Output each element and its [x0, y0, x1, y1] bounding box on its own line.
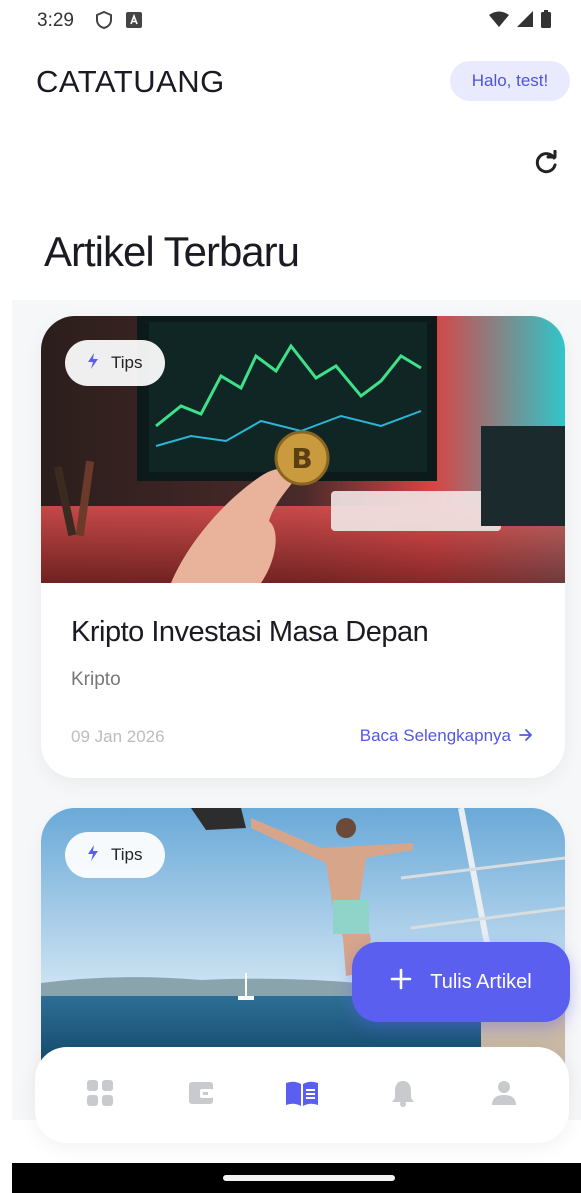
section-title: Artikel Terbaru [44, 228, 300, 275]
arrow-right-icon [519, 726, 533, 746]
refresh-button[interactable] [528, 147, 564, 183]
write-article-button[interactable]: Tulis Artikel [352, 942, 570, 1022]
shield-icon [95, 10, 113, 35]
status-bar: 3:29 [0, 0, 581, 44]
wifi-icon [489, 11, 509, 32]
nav-notifications[interactable] [373, 1065, 433, 1125]
lightning-icon [87, 352, 99, 374]
refresh-icon [533, 149, 559, 181]
wallet-icon [187, 1079, 215, 1112]
read-more-link[interactable]: Baca Selengkapnya [360, 726, 533, 746]
status-time: 3:29 [37, 10, 74, 31]
greeting-badge[interactable]: Halo, test! [450, 61, 570, 101]
plus-icon [390, 968, 412, 996]
tag-label: Tips [111, 353, 143, 372]
article-date: 09 Jan 2026 [71, 727, 165, 746]
profile-icon [491, 1080, 517, 1111]
article-tag: Tips [65, 340, 165, 386]
write-article-label: Tulis Artikel [430, 970, 532, 993]
app-title: CATATUANG [36, 64, 225, 99]
home-indicator[interactable] [223, 1175, 395, 1181]
article-category: Kripto [71, 669, 121, 690]
read-more-label: Baca Selengkapnya [359, 726, 511, 745]
article-icon [285, 1079, 319, 1112]
app-notification-icon [126, 12, 142, 33]
bottom-navigation [35, 1047, 569, 1143]
article-tag: Tips [65, 832, 165, 878]
signal-icon [517, 11, 533, 32]
nav-profile[interactable] [474, 1065, 534, 1125]
svg-text:B: B [291, 442, 312, 475]
article-title[interactable]: Kripto Investasi Masa Depan [71, 616, 429, 649]
nav-articles[interactable] [272, 1065, 332, 1125]
nav-dashboard[interactable] [70, 1065, 130, 1125]
article-card[interactable]: B Tips Kripto Investasi Masa Depan Kript… [41, 316, 565, 778]
battery-icon [541, 10, 551, 33]
lightning-icon [87, 844, 99, 866]
dashboard-icon [86, 1079, 114, 1112]
nav-wallet[interactable] [171, 1065, 231, 1125]
bell-icon [391, 1079, 415, 1112]
system-gesture-bar [12, 1163, 581, 1193]
tag-label: Tips [111, 845, 143, 864]
